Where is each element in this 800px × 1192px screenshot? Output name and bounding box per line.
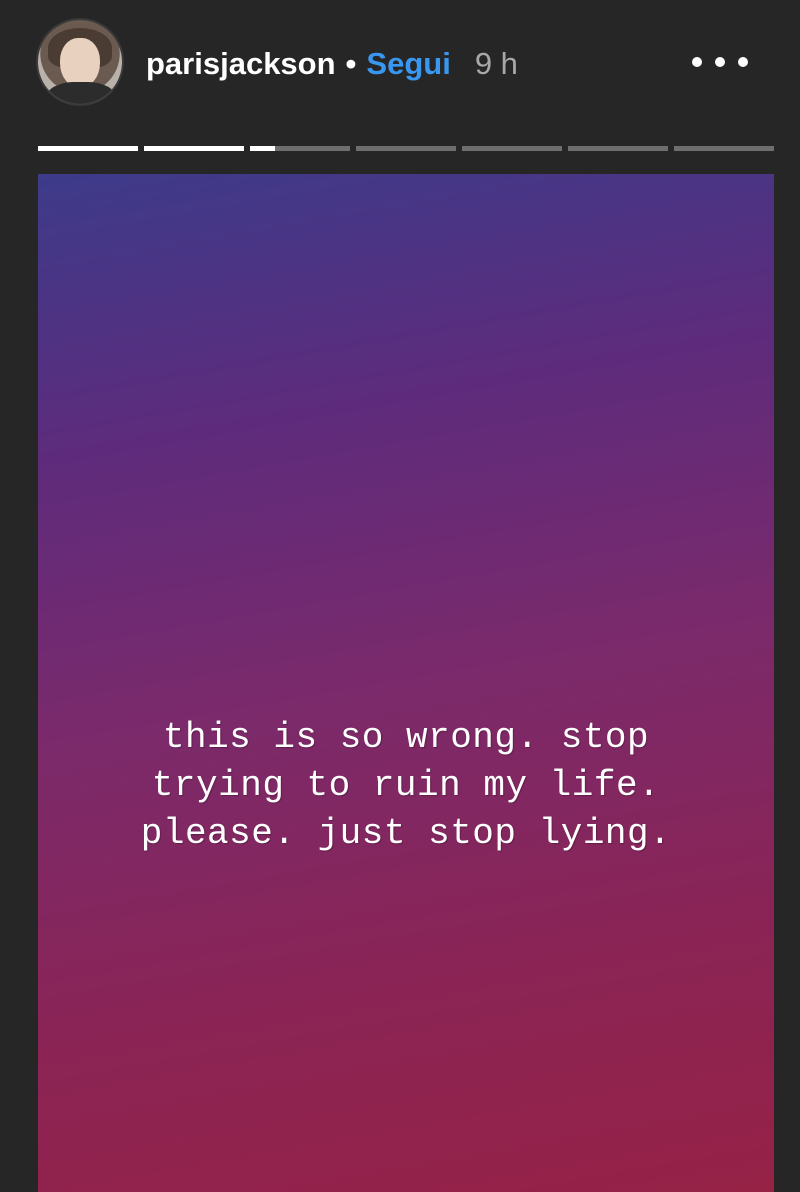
avatar-face [60,38,100,88]
avatar[interactable] [38,20,122,104]
more-dot [738,57,748,67]
story-progress-bar [38,146,774,151]
more-dot [715,57,725,67]
more-options-icon[interactable] [692,52,748,72]
follow-button[interactable]: Segui [366,46,450,82]
progress-segment-fill [250,146,275,151]
story-text-line: this is so wrong. stop [162,717,650,758]
progress-segment [250,146,350,151]
timestamp: 9 h [474,46,518,81]
title-row: parisjackson • Segui 9 h [146,44,518,84]
progress-segment [144,146,244,151]
progress-segment-fill [144,146,244,151]
username[interactable]: parisjackson [146,46,336,82]
progress-segment [568,146,668,151]
progress-segment-fill [38,146,138,151]
story-header: parisjackson • Segui 9 h [0,0,800,130]
avatar-body [46,82,116,104]
progress-segment [674,146,774,151]
story-text: this is so wrong. stop trying to ruin my… [38,714,774,858]
story-text-line: trying to ruin my life. [151,765,661,806]
separator-dot: • [345,46,357,81]
more-dot [692,57,702,67]
story-content[interactable]: this is so wrong. stop trying to ruin my… [38,174,774,1192]
progress-segment [38,146,138,151]
progress-segment [356,146,456,151]
progress-segment [462,146,562,151]
story-text-line: please. just stop lying. [140,813,672,854]
